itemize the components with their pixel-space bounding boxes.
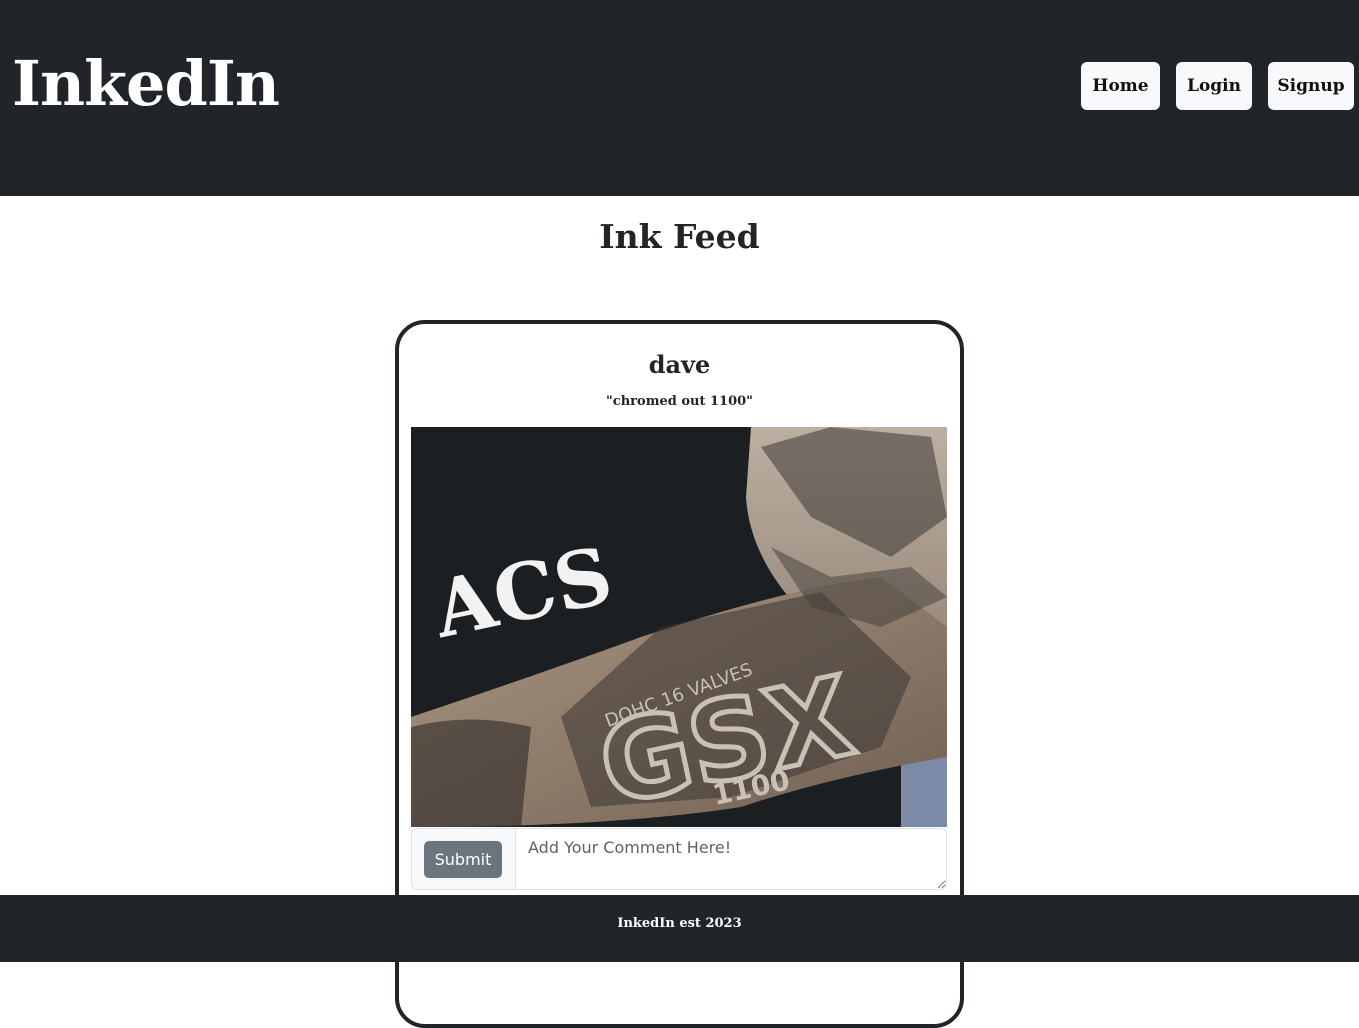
nav-signup-button[interactable]: Signup [1268,62,1354,110]
comment-input[interactable] [516,829,946,889]
nav-login-button[interactable]: Login [1176,62,1252,110]
site-header: InkedIn Home Login Signup [0,0,1359,196]
post-author: dave [648,350,711,379]
post-caption: "chromed out 1100" [606,394,753,409]
site-footer: InkedIn est 2023 [0,895,1359,962]
brand-logo[interactable]: InkedIn [12,44,280,124]
nav-home-button[interactable]: Home [1081,62,1160,110]
page-title: Ink Feed [599,217,760,256]
footer-text: InkedIn est 2023 [617,916,742,931]
post-image: ACS DOHC 16 VALVES GSX 1100 [411,427,947,827]
comment-form: Submit [411,828,947,890]
submit-button[interactable]: Submit [424,841,502,878]
comment-submit-addon: Submit [412,829,516,889]
